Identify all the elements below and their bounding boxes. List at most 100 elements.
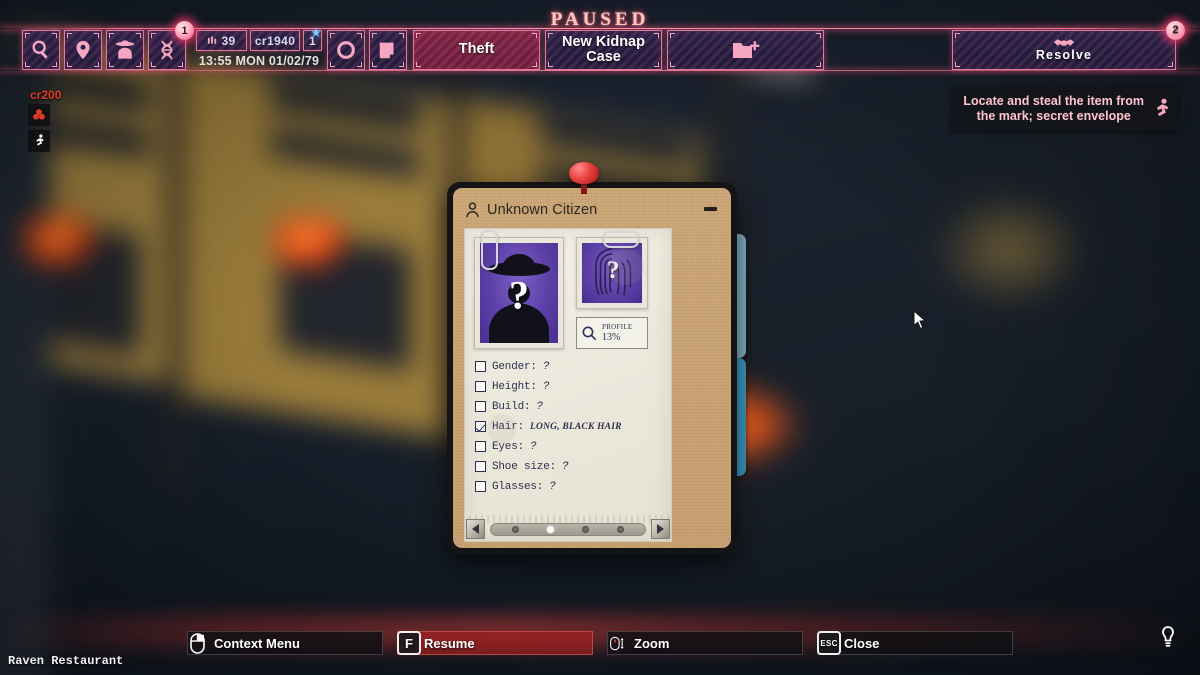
trait-label: Hair:: [492, 420, 525, 433]
citizen-card-window[interactable]: SUMMARY CONNECTIONS Unknown Citizen: [447, 162, 746, 554]
trait-value: ?: [549, 480, 556, 493]
hint-zoom[interactable]: Zoom: [607, 631, 803, 655]
left-money-hud: cr200: [28, 88, 61, 126]
hint-close[interactable]: ESC Close: [817, 631, 1013, 655]
profile-value: 13%: [602, 332, 621, 343]
page-dots: [490, 522, 646, 536]
trait-value: ?: [562, 460, 569, 473]
bottom-hint-bar: Context Menu F Resume Zoom ESC Close: [0, 599, 1200, 675]
fingerprint-photo[interactable]: ?: [576, 231, 648, 309]
person-icon: [466, 202, 479, 218]
heat-stat: 39: [196, 30, 248, 51]
case-tab-theft[interactable]: Theft: [413, 30, 540, 70]
new-case-button[interactable]: [667, 30, 824, 70]
minimize-button[interactable]: [704, 207, 717, 211]
hint-close-label: Close: [844, 635, 880, 651]
card-paper-content: ? ? profile 13% Gender: ? Height: ? Buil…: [464, 228, 672, 542]
folder-plus-icon: [732, 41, 759, 58]
trait-checkbox[interactable]: [475, 481, 486, 492]
map-pin-icon[interactable]: [64, 30, 102, 70]
dna-badge-count: 1: [175, 21, 194, 40]
portrait-area: ?: [474, 230, 564, 349]
case-tab-new-kidnap-label: New Kidnap Case: [562, 33, 645, 65]
trait-row[interactable]: Build: ?: [475, 397, 663, 416]
location-label: Raven Restaurant: [8, 654, 124, 668]
mouse-right-click-icon: [184, 630, 210, 656]
trait-checkbox[interactable]: [475, 361, 486, 372]
coins-icon: [28, 104, 50, 126]
trait-value: Long, black hair: [530, 421, 622, 432]
trait-label: Build:: [492, 400, 531, 413]
resolve-button[interactable]: 2 Resolve: [952, 21, 1185, 70]
citizen-card: Unknown Citizen ? ? profile 13% Gender: …: [447, 182, 737, 554]
trait-checkbox[interactable]: [475, 381, 486, 392]
trait-label: Glasses:: [492, 480, 544, 493]
portrait-photo[interactable]: ?: [474, 230, 564, 349]
page-dot[interactable]: [512, 525, 519, 533]
objective-tooltip: Locate and steal the item from the mark;…: [951, 88, 1178, 131]
next-page-button[interactable]: [651, 519, 670, 539]
page-dot[interactable]: [617, 525, 624, 533]
page-dot[interactable]: [547, 525, 554, 533]
trait-label: Eyes:: [492, 440, 525, 453]
trait-row[interactable]: Eyes: ?: [475, 437, 663, 456]
trait-list: Gender: ? Height: ? Build: ? Hair: LONG,…: [475, 357, 663, 496]
case-tab-theft-label: Theft: [458, 41, 495, 58]
key-f: F: [397, 631, 421, 655]
dna-icon[interactable]: 1: [148, 21, 194, 70]
trait-row[interactable]: Shoe size: ?: [475, 457, 663, 476]
pushpin-icon: [567, 162, 601, 196]
trait-row[interactable]: Gender: ?: [475, 357, 663, 376]
trait-checkbox[interactable]: [475, 461, 486, 472]
trait-checkbox[interactable]: [475, 421, 486, 432]
magnifier-icon: [582, 326, 597, 340]
running-person-icon: [1157, 98, 1169, 117]
hint-resume-label: Resume: [424, 635, 475, 651]
objective-text: Locate and steal the item from the mark;…: [963, 94, 1144, 123]
lightbulb-icon[interactable]: [1161, 626, 1175, 653]
key-esc: ESC: [817, 631, 841, 655]
top-hud-bar: PAUSED 1 39 cr1940 1 ★ 13:55 MON 01/02/7…: [0, 0, 1200, 86]
trait-label: Height:: [492, 380, 537, 393]
ring-icon[interactable]: [327, 30, 365, 70]
search-icon[interactable]: [22, 30, 60, 70]
trait-row[interactable]: Hair: Long, black hair: [475, 417, 663, 436]
mouse-scroll-icon: [604, 630, 630, 656]
left-money-amount: cr200: [30, 88, 62, 102]
portrait-question-mark: ?: [509, 272, 529, 318]
hint-context-menu[interactable]: Context Menu: [187, 631, 383, 655]
trait-value: ?: [542, 360, 550, 373]
card-header: Unknown Citizen: [465, 199, 691, 221]
profile-progress[interactable]: Profile 13%: [576, 317, 648, 349]
trait-row[interactable]: Glasses: ?: [475, 477, 663, 496]
fingerprint-question-mark: ?: [606, 256, 620, 284]
trait-row[interactable]: Height: ?: [475, 377, 663, 396]
hud-status-group: 39 cr1940 1 ★ 13:55 MON 01/02/79: [196, 28, 322, 70]
trait-label: Shoe size:: [492, 460, 557, 473]
trait-value: ?: [542, 380, 550, 393]
sprint-state-icon: [28, 130, 50, 152]
trait-checkbox[interactable]: [475, 441, 486, 452]
trait-checkbox[interactable]: [475, 401, 486, 412]
rank-stat: 1 ★: [303, 28, 322, 51]
resolve-label: Resolve: [1035, 48, 1093, 63]
case-tab-new-kidnap[interactable]: New Kidnap Case: [545, 30, 662, 70]
paperclip-icon: [603, 231, 639, 248]
page-dot[interactable]: [582, 525, 589, 533]
hint-zoom-label: Zoom: [634, 635, 670, 651]
mouse-cursor: [913, 309, 927, 335]
resolve-badge-count: 2: [1166, 21, 1185, 40]
hud-tool-icons: 1: [22, 21, 194, 70]
hint-resume[interactable]: F Resume: [397, 631, 593, 655]
detective-icon[interactable]: [106, 30, 144, 70]
notes-icon[interactable]: [369, 30, 407, 70]
handshake-icon: [1053, 39, 1075, 47]
card-title-text: Unknown Citizen: [487, 202, 598, 218]
datetime-display: 13:55 MON 01/02/79: [198, 54, 320, 68]
prev-page-button[interactable]: [466, 519, 485, 539]
hint-context-menu-label: Context Menu: [214, 635, 300, 651]
heat-value: 39: [221, 33, 236, 48]
paperclip-icon: [481, 230, 498, 270]
trait-value: ?: [530, 440, 537, 453]
hud-mid-icons: [327, 30, 407, 70]
